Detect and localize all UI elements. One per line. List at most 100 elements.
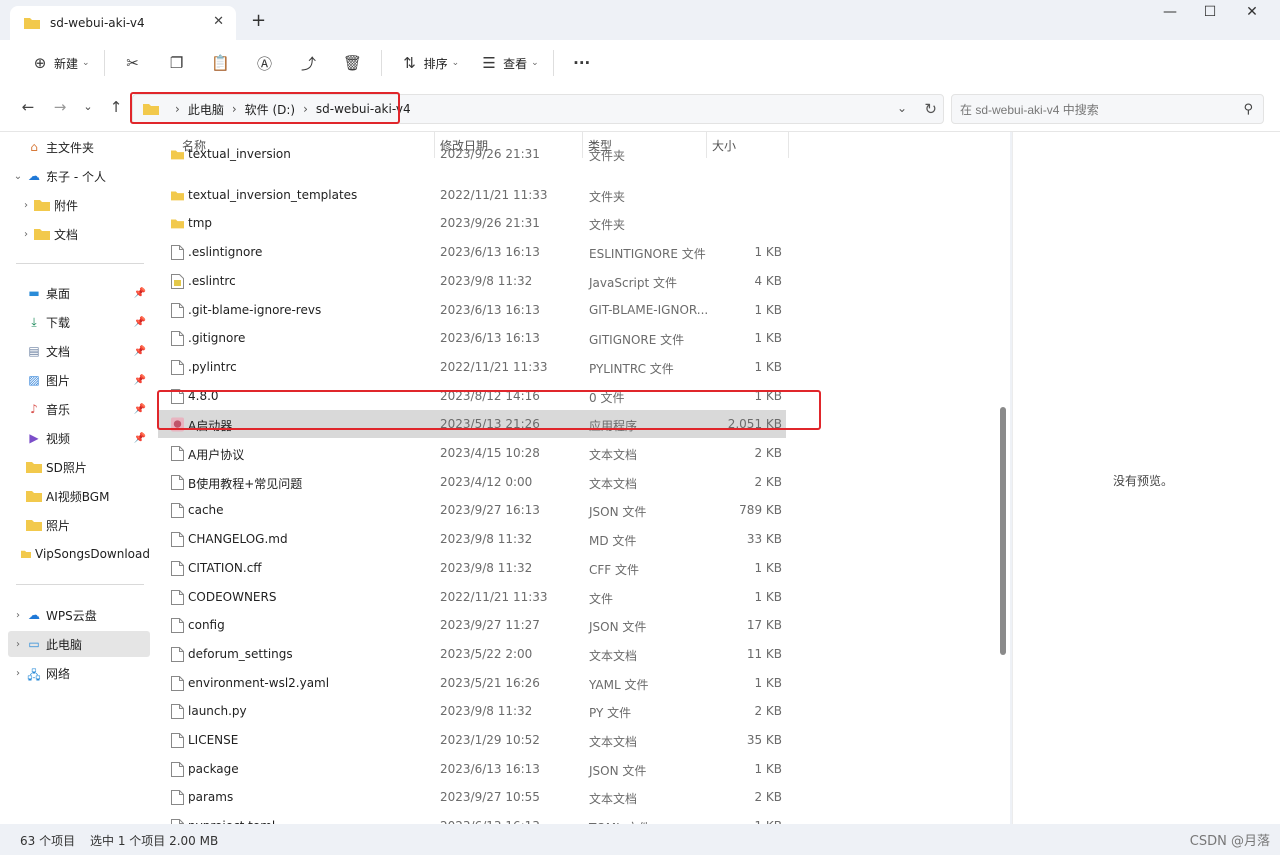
search-input[interactable]: 在 sd-webui-aki-v4 中搜索 ⚲ <box>951 94 1264 124</box>
sidebar-item-home[interactable]: ⌂ 主文件夹 <box>10 134 150 160</box>
address-dropdown-icon[interactable]: ⌄ <box>897 101 907 115</box>
refresh-icon[interactable]: ↻ <box>924 100 937 118</box>
divider <box>380 50 382 76</box>
search-icon[interactable]: ⚲ <box>1243 101 1253 117</box>
file-size: 789 KB <box>739 503 782 518</box>
table-row[interactable]: CHANGELOG.md 2023/9/8 11:32 MD 文件 33 KB <box>158 525 786 553</box>
address-highlight-box <box>130 92 400 124</box>
file-date: 2023/9/8 11:32 <box>440 704 533 719</box>
table-row[interactable]: A用户协议 2023/4/15 10:28 文本文档 2 KB <box>158 439 786 467</box>
sidebar-item-music[interactable]: ♪ 音乐 📌 <box>10 396 150 422</box>
recent-chevron-icon[interactable]: ⌄ <box>78 100 98 113</box>
table-row[interactable]: cache 2023/9/27 16:13 JSON 文件 789 KB <box>158 496 786 524</box>
sidebar-item-label: 主文件夹 <box>46 140 95 155</box>
maximize-button[interactable]: ☐ <box>1190 4 1230 20</box>
sidebar-item-attachments[interactable]: › 附件 <box>10 192 150 218</box>
paste-icon[interactable]: 📋 <box>199 54 243 72</box>
close-button[interactable]: ✕ <box>1232 4 1272 20</box>
sidebar-item-documents-cloud[interactable]: › 文档 <box>10 221 150 247</box>
chevron-right-icon[interactable]: › <box>18 229 34 240</box>
sidebar-item-photos[interactable]: 照片 <box>10 512 150 538</box>
sidebar-item-label: 图片 <box>46 373 71 388</box>
file-size: 2 KB <box>754 446 782 460</box>
table-row[interactable]: config 2023/9/27 11:27 JSON 文件 17 KB <box>158 611 786 639</box>
file-name: .pylintrc <box>188 359 237 374</box>
file-name: B使用教程+常见问题 <box>188 476 303 491</box>
minimize-button[interactable]: — <box>1150 4 1190 20</box>
more-options-icon[interactable]: ··· <box>560 54 604 72</box>
sidebar-item-this-pc[interactable]: › ▭ 此电脑 <box>8 631 150 657</box>
file-name: params <box>188 790 234 805</box>
sidebar-item-downloads[interactable]: ⤓ 下载 📌 <box>10 309 150 335</box>
table-row[interactable]: environment-wsl2.yaml 2023/5/21 16:26 YAML… <box>158 669 786 697</box>
file-size: 1 KB <box>754 560 782 575</box>
table-row[interactable]: B使用教程+常见问题 2023/4/12 0:00 文本文档 2 KB <box>158 468 786 496</box>
new-button[interactable]: ⊕ 新建 ⌄ <box>18 47 98 79</box>
file-type: GIT-BLAME-IGNOR... <box>589 302 709 317</box>
sidebar-item-onedrive[interactable]: ⌄ ☁ 东子 - 个人 <box>10 163 150 189</box>
table-row[interactable]: launch.py 2023/9/8 11:32 PY 文件 2 KB <box>158 697 786 725</box>
chevron-right-icon[interactable]: › <box>10 639 26 650</box>
table-row[interactable]: textual_inversion 2023/9/26 21:31 文件夹 <box>158 140 786 168</box>
file-type: 文本文档 <box>589 735 638 749</box>
pictures-icon: ▨ <box>28 373 40 387</box>
table-row[interactable]: deforum_settings 2023/5/22 2:00 文本文档 11 KB <box>158 640 786 668</box>
view-button[interactable]: ☰ 查看 ⌄ <box>467 47 547 79</box>
table-row[interactable]: .pylintrc 2022/11/21 11:33 PYLINTRC 文件 1 KB <box>158 353 786 381</box>
table-row[interactable]: .gitignore 2023/6/13 16:13 GITIGNORE 文件 1 K… <box>158 324 786 352</box>
table-row[interactable]: .eslintignore 2023/6/13 16:13 ESLINTIGNORE… <box>158 238 786 266</box>
tab-sd-webui[interactable]: sd-webui-aki-v4 ✕ <box>10 6 236 40</box>
table-row[interactable]: package 2023/6/13 16:13 JSON 文件 1 KB <box>158 755 786 783</box>
new-tab-button[interactable]: + <box>251 10 266 31</box>
pin-icon[interactable]: 📌 <box>134 317 146 328</box>
sidebar-item-pictures[interactable]: ▨ 图片 📌 <box>10 367 150 393</box>
rename-icon[interactable]: Ⓐ <box>243 53 287 74</box>
pin-icon[interactable]: 📌 <box>134 404 146 415</box>
chevron-right-icon[interactable]: › <box>10 668 26 679</box>
table-row[interactable]: CITATION.cff 2023/9/8 11:32 CFF 文件 1 KB <box>158 554 786 582</box>
sidebar-item-documents[interactable]: ▤ 文档 📌 <box>10 338 150 364</box>
sidebar-item-videos[interactable]: ▶ 视频 📌 <box>10 425 150 451</box>
pin-icon[interactable]: 📌 <box>134 288 146 299</box>
pin-icon[interactable]: 📌 <box>134 375 146 386</box>
pin-icon[interactable]: 📌 <box>134 346 146 357</box>
table-row[interactable]: pyproject.toml2023/6/13 16:13TOML 文件1 KB <box>158 812 786 824</box>
table-row[interactable]: CODEOWNERS 2022/11/21 11:33 文件 1 KB <box>158 583 786 611</box>
sort-button[interactable]: ⇅ 排序 ⌄ <box>388 47 468 79</box>
file-icon <box>171 675 184 691</box>
cut-icon[interactable]: ✂ <box>111 54 155 72</box>
sort-icon: ⇅ <box>403 54 416 72</box>
forward-arrow-icon[interactable]: → <box>50 98 70 116</box>
table-row[interactable]: .git-blame-ignore-revs 2023/6/13 16:13 GIT… <box>158 296 786 324</box>
tab-title: sd-webui-aki-v4 <box>50 16 145 30</box>
table-row[interactable]: tmp 2023/9/26 21:31 文件夹 <box>158 209 786 237</box>
table-row[interactable]: LICENSE 2023/1/29 10:52 文本文档 35 KB <box>158 726 786 754</box>
sidebar-item-label: WPS云盘 <box>46 608 97 623</box>
chevron-down-icon[interactable]: ⌄ <box>10 171 26 182</box>
copy-icon[interactable]: ❐ <box>155 54 199 72</box>
up-arrow-icon[interactable]: ↑ <box>106 98 126 116</box>
sidebar-item-network[interactable]: › 🖧 网络 <box>10 660 150 686</box>
file-icon <box>171 245 184 261</box>
tab-close-icon[interactable]: ✕ <box>213 14 224 29</box>
sidebar-item-ai-video-bgm[interactable]: AI视频BGM <box>10 483 150 509</box>
sidebar-item-vipsongs[interactable]: VipSongsDownload <box>10 541 150 567</box>
sidebar-item-desktop[interactable]: ▬ 桌面 📌 <box>10 280 150 306</box>
scrollbar-thumb[interactable] <box>1000 407 1006 655</box>
table-row[interactable]: .eslintrc 2023/9/8 11:32 JavaScript 文件 4 KB <box>158 267 786 295</box>
file-icon <box>171 618 184 634</box>
file-name: config <box>188 618 225 633</box>
table-row[interactable]: params 2023/9/27 10:55 文本文档 2 KB <box>158 783 786 811</box>
file-icon <box>171 532 184 548</box>
chevron-right-icon[interactable]: › <box>10 610 26 621</box>
sidebar-item-sd-photos[interactable]: SD照片 <box>10 454 150 480</box>
file-name: environment-wsl2.yaml <box>188 675 330 690</box>
share-icon[interactable]: ⤴ <box>287 53 331 74</box>
pin-icon[interactable]: 📌 <box>134 433 146 444</box>
sidebar-item-wps-cloud[interactable]: › ☁ WPS云盘 <box>10 602 150 628</box>
delete-icon[interactable]: 🗑 <box>331 54 375 72</box>
table-row[interactable]: textual_inversion_templates 2022/11/21 11… <box>158 181 786 209</box>
column-divider[interactable] <box>788 132 789 158</box>
back-arrow-icon[interactable]: ← <box>18 98 38 116</box>
chevron-right-icon[interactable]: › <box>18 200 34 211</box>
